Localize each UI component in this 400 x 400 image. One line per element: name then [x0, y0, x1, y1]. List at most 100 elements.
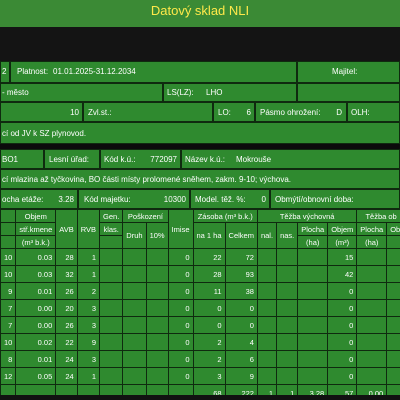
note-value: cí od JV k SZ plynovod.: [2, 129, 87, 138]
cell-na1ha: 3: [192, 367, 226, 385]
hdr-total: Celkem: [224, 222, 258, 249]
cell-objem: 0: [327, 333, 358, 351]
hdr-area: Plocha: [297, 222, 329, 236]
forest-office-field[interactable]: Lesní úřad:: [44, 149, 100, 169]
cell-a: 7: [0, 316, 17, 334]
cell-a: 10: [0, 248, 17, 266]
cell-empty: [276, 350, 299, 368]
town-field[interactable]: - město: [0, 83, 163, 102]
cell-d: 1: [76, 248, 101, 266]
hazard-zone-field[interactable]: Pásmo ohrožení: D: [255, 102, 347, 122]
cell-imise: 0: [167, 282, 194, 300]
cell-celkem: 38: [224, 282, 258, 300]
cell-empty: [297, 333, 329, 351]
cell-empty: [99, 248, 124, 266]
cell-empty: [99, 350, 124, 368]
cell-na1ha: 22: [192, 248, 226, 266]
town-value: - město: [2, 88, 29, 97]
unit-fragment-field[interactable]: BO1: [0, 149, 44, 169]
cell-empty: [256, 333, 278, 351]
owner-label: Majitel:: [332, 67, 358, 76]
zvl-label: Zvl.st.:: [88, 108, 112, 117]
table-row[interactable]: 7 0.00 20 3 0 0 0 0: [0, 299, 400, 317]
olh-field[interactable]: OLH:: [347, 102, 400, 122]
owner-field[interactable]: Majitel:: [297, 61, 400, 83]
table-row[interactable]: 8 0.01 24 3 0 2 6 0: [0, 350, 400, 368]
cell-empty: [276, 316, 299, 334]
cell-objem: 0: [327, 316, 358, 334]
hdr-mean-stem: stř.kmene: [15, 222, 57, 236]
stand-area-value: 3.28: [58, 195, 74, 204]
cell-empty: [122, 367, 147, 385]
table-row[interactable]: 12 0.05 24 1 0 3 9 0: [0, 367, 400, 385]
num-field[interactable]: 10: [0, 102, 83, 122]
cell-empty: [356, 299, 388, 317]
ls-field[interactable]: LS(LZ): LHO: [163, 83, 297, 102]
hdr-avb: AVB: [55, 209, 78, 249]
cell-na1ha: 28: [192, 265, 226, 283]
cell-a: 10: [0, 265, 17, 283]
cadastral-name-field[interactable]: Název k.ú.: Mokrouše: [181, 149, 400, 169]
lo-field[interactable]: LO: 6: [213, 102, 255, 122]
cell-d: 9: [76, 333, 101, 351]
cell-empty: [297, 350, 329, 368]
cadastral-code-field[interactable]: Kód k.ú.: 772097: [100, 149, 181, 169]
cell-b: 0.00: [15, 299, 57, 317]
table-row[interactable]: 10 0.03 32 1 0 28 93 42: [0, 265, 400, 283]
cell-empty: [276, 299, 299, 317]
stand-area-field[interactable]: ocha etáže: 3.28: [0, 189, 78, 209]
cell-empty: [386, 299, 400, 317]
cell-a: 8: [0, 350, 17, 368]
model-felling-value: 0: [261, 195, 266, 204]
hdr-ha2: (ha): [356, 235, 388, 249]
validity-field[interactable]: Platnost: 01.01.2025-31.12.2034: [10, 61, 297, 83]
cell-empty: [122, 299, 147, 317]
cell-b: 0.03: [15, 265, 57, 283]
description-field[interactable]: cí mlazina až tyčkovina, BO části místy …: [0, 169, 400, 189]
note-field[interactable]: cí od JV k SZ plynovod.: [0, 122, 400, 144]
cell-empty: [297, 316, 329, 334]
hdr-blank: [0, 209, 17, 223]
stand-table: Objem AVB RVB Gen. Poškození Imise Zásob…: [0, 209, 400, 400]
cell-empty: [356, 282, 388, 300]
cell-empty: [256, 367, 278, 385]
stand-area-label: ocha etáže:: [2, 195, 44, 204]
title-bar: Datový sklad NLI: [0, 0, 400, 27]
cell-na1ha: 0: [192, 316, 226, 334]
cell-d: 2: [76, 282, 101, 300]
owner-extra-field[interactable]: [297, 83, 400, 102]
cell-d: 1: [76, 265, 101, 283]
cell-empty: [145, 350, 169, 368]
property-code-field[interactable]: Kód majetku: 10300: [78, 189, 190, 209]
cell-objem: 0: [327, 350, 358, 368]
cell-objem: 0: [327, 299, 358, 317]
cell-empty: [145, 282, 169, 300]
hdr-nas: nas.: [276, 222, 299, 249]
cell-empty: [99, 282, 124, 300]
cell-empty: [297, 248, 329, 266]
field-id-fragment[interactable]: 2: [0, 61, 10, 83]
zvl-field[interactable]: Zvl.st.:: [83, 102, 213, 122]
table-row[interactable]: 10 0.02 22 9 0 2 4 0: [0, 333, 400, 351]
model-felling-field[interactable]: Model. těž. %: 0: [190, 189, 270, 209]
hdr-pct: 10%: [145, 222, 169, 249]
rotation-field[interactable]: Obmýtí/obnovní doba:: [270, 189, 400, 209]
cell-na1ha: 0: [192, 299, 226, 317]
cell-na1ha: 2: [192, 333, 226, 351]
cell-empty: [122, 316, 147, 334]
cell-imise: 0: [167, 299, 194, 317]
table-row[interactable]: 9 0.01 26 2 0 11 38 0: [0, 282, 400, 300]
cell-empty: [122, 333, 147, 351]
hdr-gen: Gen.: [99, 209, 124, 223]
cell-empty: [99, 265, 124, 283]
cell-b: 0.05: [15, 367, 57, 385]
cell-c: 32: [55, 265, 78, 283]
table-row[interactable]: 7 0.00 26 3 0 0 0 0: [0, 316, 400, 334]
cell-empty: [276, 265, 299, 283]
table-row[interactable]: 10 0.03 28 1 0 22 72 15: [0, 248, 400, 266]
cell-empty: [356, 333, 388, 351]
hdr-type: Druh: [122, 222, 147, 249]
cell-empty: [145, 333, 169, 351]
cell-c: 22: [55, 333, 78, 351]
cell-empty: [297, 265, 329, 283]
